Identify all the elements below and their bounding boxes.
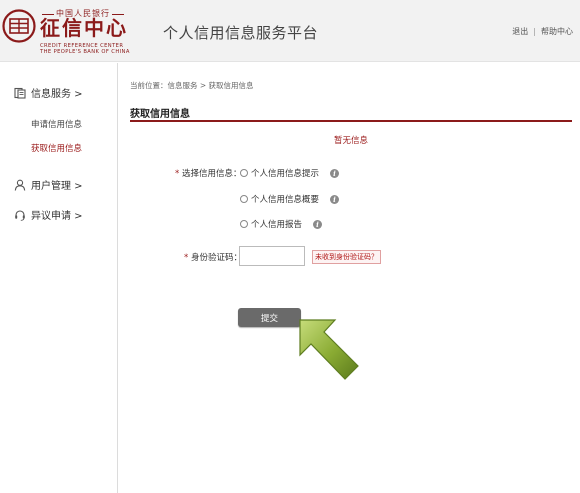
required-marker: *: [175, 169, 180, 179]
green-pointer-arrow-icon: [299, 319, 359, 380]
credit-center-logo: 中国人民银行 征信中心 CREDIT REFERENCE CENTER THE …: [0, 6, 130, 56]
identity-code-input[interactable]: [239, 246, 305, 266]
seal-icon: [2, 9, 36, 43]
info-icon[interactable]: i: [330, 194, 340, 204]
info-icon[interactable]: i: [313, 219, 323, 229]
top-links: 退出 | 帮助中心: [512, 26, 573, 37]
logo-chinese-main: 征信中心: [40, 16, 128, 40]
required-marker: *: [184, 253, 189, 263]
sidebar-section-label: 用户管理 >: [31, 181, 83, 192]
option-credit-info-summary[interactable]: 个人信用信息概要 i: [240, 193, 340, 205]
title-divider: [130, 120, 572, 122]
code-not-received-link[interactable]: 未收到身份验证码？: [312, 250, 381, 264]
user-icon: [14, 179, 26, 191]
platform-title: 个人信用信息服务平台: [163, 24, 319, 42]
radio-button[interactable]: [240, 169, 248, 177]
option-label: 个人信用信息提示: [251, 169, 320, 179]
page-header: 中国人民银行 征信中心 CREDIT REFERENCE CENTER THE …: [0, 0, 580, 62]
select-credit-info-label: * 选择信用信息：: [175, 167, 241, 179]
info-icon[interactable]: i: [330, 168, 340, 178]
page-title: 获取信用信息: [130, 109, 190, 120]
option-credit-report[interactable]: 个人信用报告 i: [240, 218, 323, 230]
sidebar-section-label: 信息服务 >: [31, 89, 83, 100]
breadcrumb: 当前位置：信息服务 > 获取信用信息: [130, 81, 254, 90]
document-icon: [14, 87, 26, 99]
help-center-link[interactable]: 帮助中心: [541, 27, 573, 36]
sidebar-item-apply-credit-info[interactable]: 申请信用信息: [31, 118, 82, 130]
label-text: 身份验证码：: [190, 253, 242, 263]
logout-link[interactable]: 退出: [512, 27, 528, 36]
sidebar: 信息服务 > 申请信用信息 获取信用信息 用户管理 > 异议申请 >: [0, 63, 118, 493]
option-label: 个人信用信息概要: [251, 195, 320, 205]
sidebar-section-user-management[interactable]: 用户管理 >: [14, 177, 83, 192]
label-text: 选择信用信息：: [181, 169, 242, 179]
option-credit-info-hint[interactable]: 个人信用信息提示 i: [240, 167, 340, 179]
sidebar-section-label: 异议申请 >: [31, 211, 83, 222]
link-separator: |: [533, 27, 536, 36]
radio-button[interactable]: [240, 195, 248, 203]
sidebar-item-get-credit-info[interactable]: 获取信用信息: [31, 142, 82, 154]
sidebar-section-dispute-application[interactable]: 异议申请 >: [14, 207, 83, 222]
identity-code-label: * 身份验证码：: [184, 251, 242, 263]
option-label: 个人信用报告: [251, 220, 303, 230]
submit-button[interactable]: 提交: [238, 308, 301, 327]
sidebar-section-info-services[interactable]: 信息服务 >: [14, 85, 83, 100]
no-info-notice: 暂无信息: [334, 136, 369, 146]
radio-button[interactable]: [240, 220, 248, 228]
logo-english-line2: THE PEOPLE'S BANK OF CHINA: [40, 49, 130, 55]
headset-icon: [15, 209, 25, 221]
